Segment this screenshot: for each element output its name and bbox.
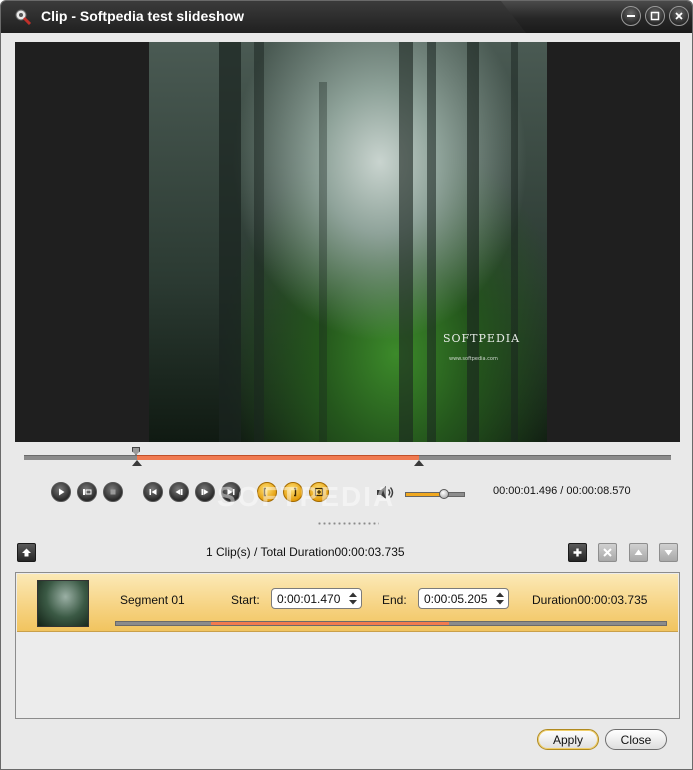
add-segment-button[interactable]	[568, 543, 587, 562]
move-down-button[interactable]	[659, 543, 678, 562]
delete-icon	[603, 548, 612, 557]
step-forward-icon	[201, 489, 209, 495]
time-readout: 00:00:01.496 / 00:00:08.570	[493, 485, 631, 497]
plus-icon	[573, 548, 582, 557]
add-clip-icon	[314, 487, 324, 497]
go-end-button[interactable]	[221, 482, 241, 502]
start-time-field[interactable]: 0:00:01.470	[271, 588, 362, 609]
add-clip-button[interactable]	[309, 482, 329, 502]
spin-arrows-icon[interactable]	[348, 591, 358, 606]
set-end-button[interactable]	[283, 482, 303, 502]
step-back-icon	[175, 489, 183, 495]
image-brand-text: SOFTPEDIA	[443, 332, 521, 345]
volume-level	[406, 493, 442, 496]
window-title: Clip - Softpedia test slideshow	[41, 8, 245, 24]
close-icon	[675, 12, 683, 20]
mark-out-icon	[294, 487, 297, 497]
skip-start-icon	[149, 489, 157, 495]
segment-name: Segment 01	[120, 593, 185, 607]
image-url-text: www.softpedia.com	[449, 356, 498, 362]
arrow-up-icon	[22, 548, 31, 557]
mark-in-icon	[263, 487, 266, 497]
video-preview: SOFTPEDIA www.softpedia.com	[15, 42, 680, 442]
segment-selection	[211, 622, 449, 625]
segment-duration: Duration00:00:03.735	[532, 593, 648, 607]
volume-slider[interactable]	[405, 492, 465, 497]
close-button[interactable]: Close	[605, 729, 667, 750]
app-icon	[15, 9, 32, 26]
end-time-field[interactable]: 0:00:05.205	[418, 588, 509, 609]
set-start-button[interactable]	[257, 482, 277, 502]
maximize-icon	[650, 11, 660, 21]
segment-track[interactable]	[115, 621, 667, 626]
stop-button[interactable]	[103, 482, 123, 502]
preview-image: SOFTPEDIA www.softpedia.com	[149, 42, 547, 442]
clip-thumbnail	[37, 580, 89, 627]
maximize-button[interactable]	[645, 6, 665, 26]
volume-knob[interactable]	[439, 489, 449, 499]
end-label: End:	[382, 593, 407, 607]
speaker-icon[interactable]	[375, 484, 395, 501]
minimize-icon	[627, 15, 635, 17]
step-forward-button[interactable]	[195, 482, 215, 502]
clip-summary: 1 Clip(s) / Total Duration00:00:03.735	[206, 545, 405, 559]
timeline-start-marker[interactable]	[132, 460, 143, 466]
skip-end-icon	[227, 489, 235, 495]
step-back-button[interactable]	[169, 482, 189, 502]
end-time-value: 0:00:05.205	[424, 592, 488, 606]
minimize-button[interactable]	[621, 6, 641, 26]
clip-row[interactable]: Segment 01 Start: 0:00:01.470 End: 0:00:…	[17, 574, 678, 632]
play-icon	[59, 488, 65, 496]
clip-list: Segment 01 Start: 0:00:01.470 End: 0:00:…	[15, 572, 680, 719]
snapshot-button[interactable]	[77, 482, 97, 502]
delete-segment-button[interactable]	[598, 543, 617, 562]
go-start-button[interactable]	[143, 482, 163, 502]
stop-icon	[110, 489, 116, 495]
spin-arrows-icon[interactable]	[495, 591, 505, 606]
timeline-selection	[137, 455, 419, 460]
collapse-button[interactable]	[17, 543, 36, 562]
watermark: SOFTPEDIA	[217, 481, 396, 512]
play-button[interactable]	[51, 482, 71, 502]
start-label: Start:	[231, 593, 260, 607]
timeline-playhead[interactable]	[132, 447, 140, 455]
apply-button[interactable]: Apply	[537, 729, 599, 750]
triangle-up-icon	[634, 549, 643, 555]
move-up-button[interactable]	[629, 543, 648, 562]
close-window-button[interactable]	[669, 6, 689, 26]
snapshot-icon	[83, 489, 92, 495]
resize-grip[interactable]	[317, 522, 379, 525]
clip-window: Clip - Softpedia test slideshow SOFTPEDI…	[0, 0, 693, 770]
triangle-down-icon	[664, 550, 673, 556]
start-time-value: 0:00:01.470	[277, 592, 341, 606]
title-bar: Clip - Softpedia test slideshow	[1, 1, 692, 33]
timeline-end-marker[interactable]	[413, 460, 424, 466]
